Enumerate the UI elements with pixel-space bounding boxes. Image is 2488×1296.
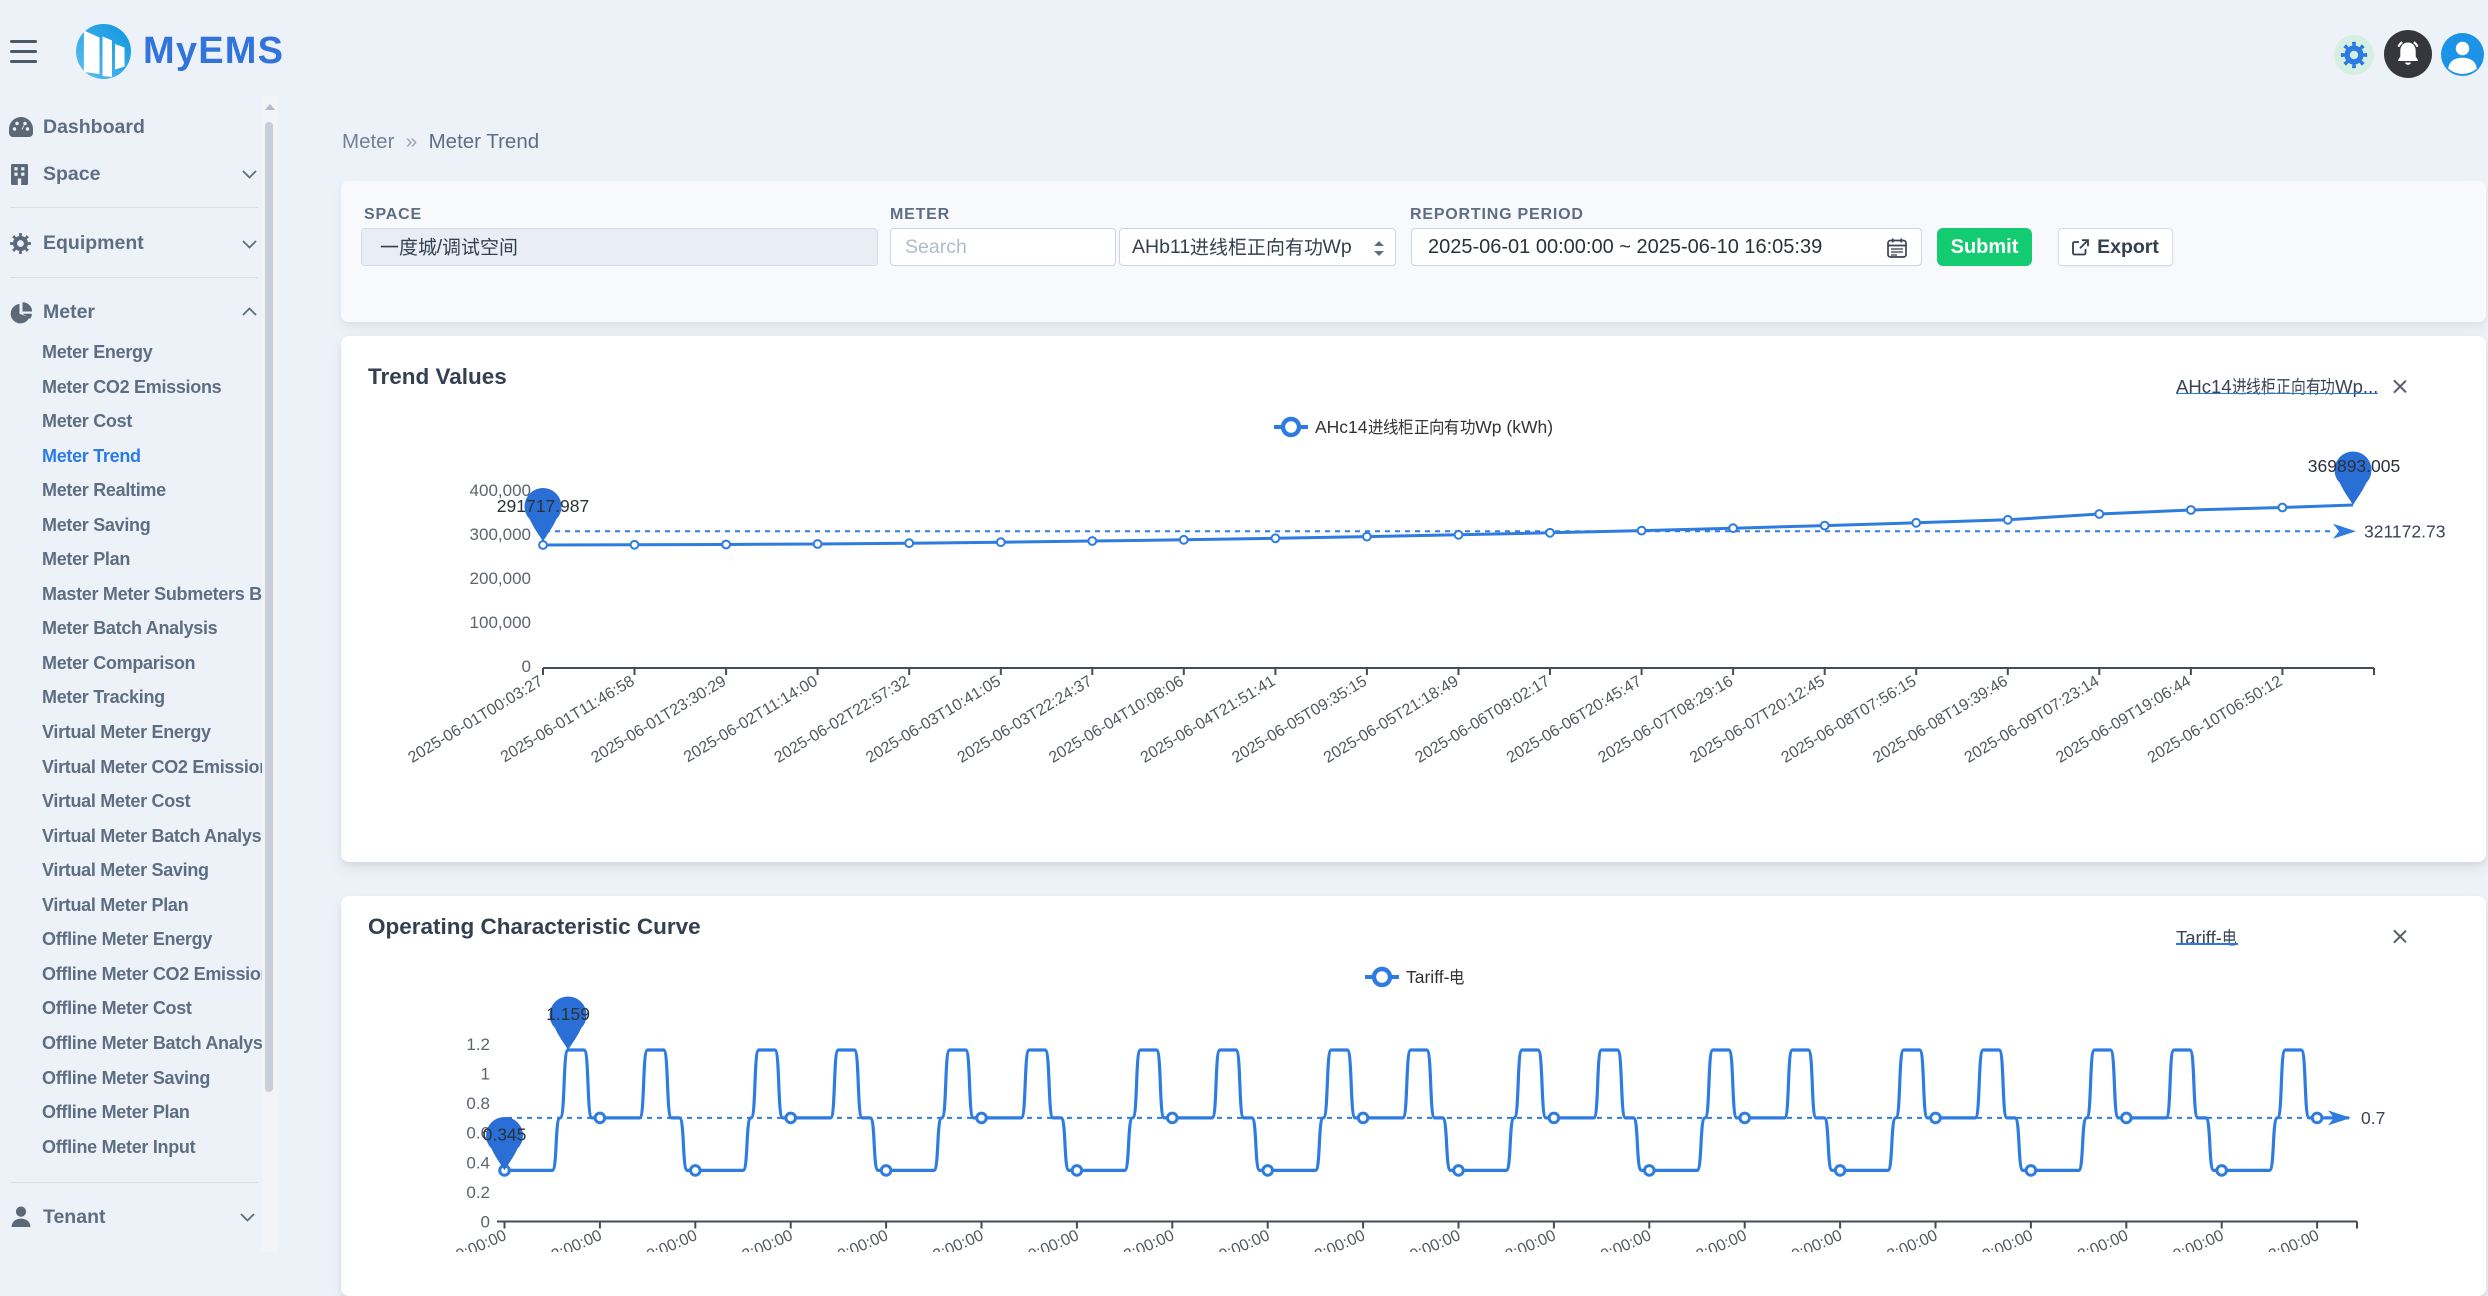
svg-text:1.2: 1.2 [466, 1035, 490, 1054]
svg-text:0.345: 0.345 [483, 1124, 527, 1144]
svg-text:0.2: 0.2 [466, 1183, 490, 1202]
svg-text:1: 1 [481, 1065, 490, 1084]
svg-text:321172.73: 321172.73 [2364, 521, 2445, 541]
svg-text:0.4: 0.4 [466, 1153, 490, 1172]
svg-text:1.159: 1.159 [546, 1004, 590, 1024]
svg-text:0: 0 [522, 657, 531, 676]
svg-text:0.8: 0.8 [466, 1094, 490, 1113]
svg-text:291717.987: 291717.987 [497, 496, 589, 516]
svg-text:0.7: 0.7 [2361, 1108, 2385, 1128]
svg-text:300,000: 300,000 [470, 525, 531, 544]
svg-text:100,000: 100,000 [470, 613, 531, 632]
svg-text:369893.005: 369893.005 [2308, 456, 2400, 476]
svg-text:0: 0 [481, 1213, 490, 1232]
svg-text:200,000: 200,000 [470, 569, 531, 588]
